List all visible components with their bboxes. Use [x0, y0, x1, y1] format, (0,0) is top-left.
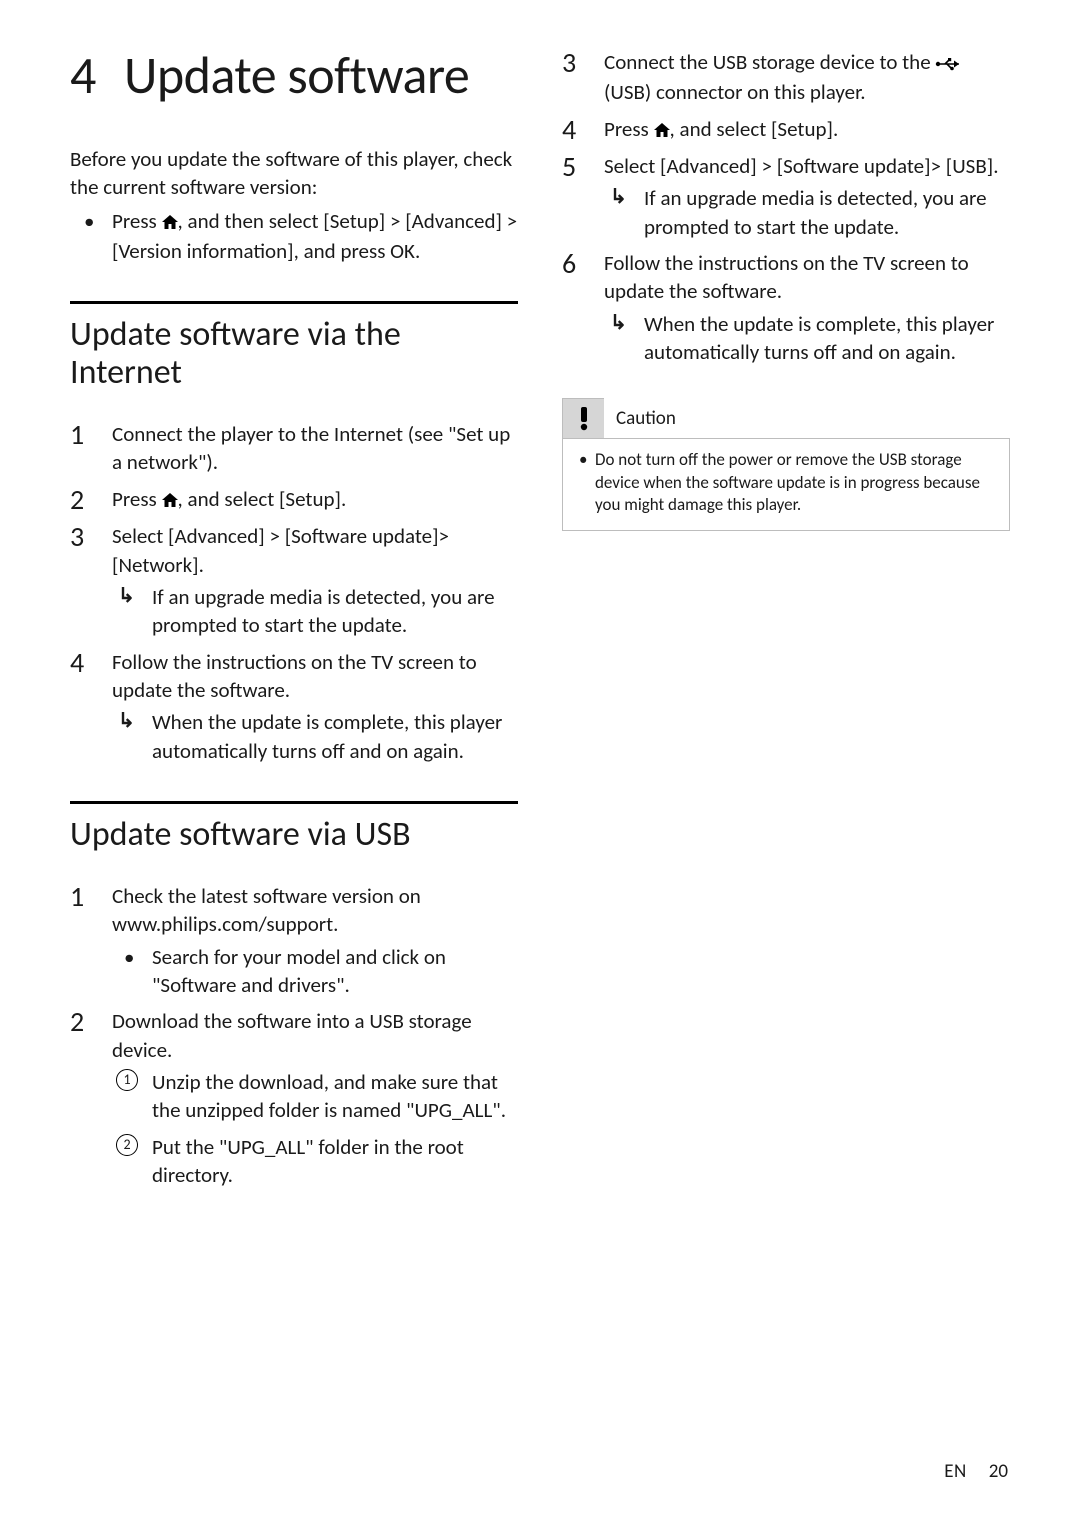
section-usb-title: Update software via USB — [70, 816, 518, 854]
usb-step-5-sub: If an upgrade media is detected, you are… — [604, 184, 1010, 241]
usb-steps-right: Connect the USB storage device to the (U… — [562, 48, 1010, 366]
chapter-title: 4Update software — [70, 48, 518, 103]
internet-step-1: Connect the player to the Internet (see … — [70, 420, 518, 477]
caution-box: Caution Do not turn off the power or rem… — [562, 398, 1010, 530]
usb-steps-left: Check the latest software version on www… — [70, 882, 518, 1189]
home-icon — [162, 486, 178, 514]
usb-step-3: Connect the USB storage device to the (U… — [562, 48, 1010, 107]
page-footer: EN 20 — [944, 1460, 1008, 1483]
intro-text: Before you update the software of this p… — [70, 145, 518, 202]
usb-step-5-result: If an upgrade media is detected, you are… — [604, 184, 1010, 241]
usb-step-6-sub: When the update is complete, this player… — [604, 310, 1010, 367]
usb-step-2: Download the software into a USB storage… — [70, 1007, 518, 1189]
section-divider — [70, 801, 518, 804]
usb-step-4: Press , and select [Setup]. — [562, 115, 1010, 144]
usb-step-6: Follow the instructions on the TV screen… — [562, 249, 1010, 366]
caution-title: Caution — [604, 398, 1010, 438]
usb-icon — [935, 50, 963, 78]
chapter-title-text: Update software — [124, 43, 469, 107]
footer-page-number: 20 — [989, 1460, 1008, 1483]
section-divider — [70, 301, 518, 304]
usb-step-5: Select [Advanced] > [Software update]> [… — [562, 152, 1010, 241]
usb-step-1-sub: Search for your model and click on "Soft… — [112, 943, 518, 1000]
usb-step-6-result: When the update is complete, this player… — [604, 310, 1010, 367]
internet-step-4-result: When the update is complete, this player… — [112, 708, 518, 765]
usb-step-2b: Put the "UPG_ALL" folder in the root dir… — [112, 1133, 518, 1190]
usb-step-1: Check the latest software version on www… — [70, 882, 518, 999]
caution-text: Do not turn off the power or remove the … — [577, 449, 995, 515]
usb-step-1-detail: Search for your model and click on "Soft… — [112, 943, 518, 1000]
internet-step-3-sub: If an upgrade media is detected, you are… — [112, 583, 518, 640]
internet-step-4-sub: When the update is complete, this player… — [112, 708, 518, 765]
usb-step-2-substeps: Unzip the download, and make sure that t… — [112, 1068, 518, 1189]
internet-step-2: Press , and select [Setup]. — [70, 485, 518, 514]
caution-icon — [562, 398, 604, 438]
left-column: 4Update software Before you update the s… — [70, 48, 518, 1197]
caution-body: Do not turn off the power or remove the … — [562, 438, 1010, 530]
caution-header: Caution — [562, 398, 1010, 438]
internet-step-3: Select [Advanced] > [Software update]> [… — [70, 522, 518, 639]
right-column: Connect the USB storage device to the (U… — [562, 48, 1010, 1197]
intro-bullet-list: Press , and then select [Setup] > [Advan… — [70, 207, 518, 265]
section-internet-title: Update software via the Internet — [70, 316, 518, 392]
intro-bullet: Press , and then select [Setup] > [Advan… — [70, 207, 518, 265]
home-icon — [162, 208, 178, 236]
internet-steps: Connect the player to the Internet (see … — [70, 420, 518, 765]
home-icon — [654, 116, 670, 144]
footer-language: EN — [944, 1460, 967, 1483]
internet-step-4: Follow the instructions on the TV screen… — [70, 648, 518, 765]
usb-step-2a: Unzip the download, and make sure that t… — [112, 1068, 518, 1125]
internet-step-3-result: If an upgrade media is detected, you are… — [112, 583, 518, 640]
chapter-number: 4 — [70, 48, 124, 103]
